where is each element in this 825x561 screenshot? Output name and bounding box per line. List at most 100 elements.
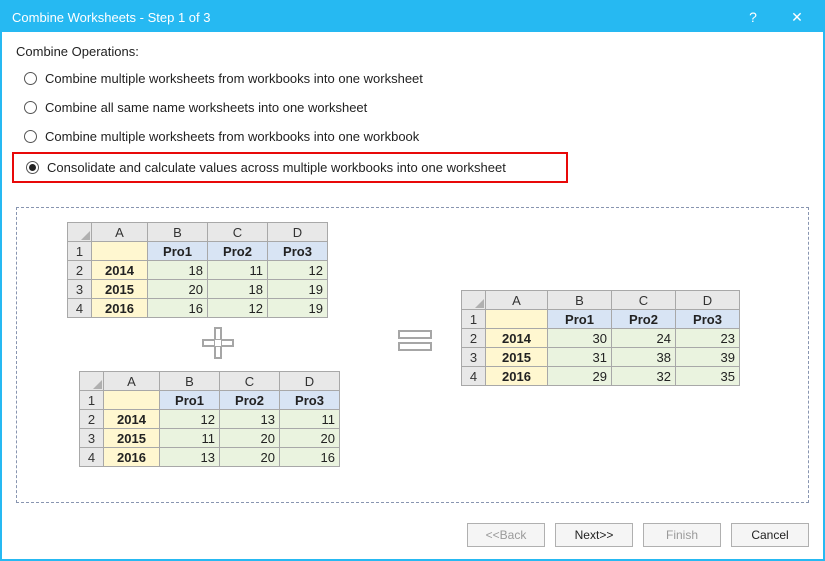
select-all-corner xyxy=(80,372,104,391)
col-header: B xyxy=(148,223,208,242)
row-header: 1 xyxy=(68,242,92,261)
option-label: Combine all same name worksheets into on… xyxy=(45,100,367,115)
cell: Pro1 xyxy=(548,310,612,329)
next-button[interactable]: Next>> xyxy=(555,523,633,547)
row-header: 4 xyxy=(68,299,92,318)
option-label: Combine multiple worksheets from workboo… xyxy=(45,71,423,86)
cell: Pro1 xyxy=(160,391,220,410)
radio-icon xyxy=(24,72,37,85)
col-header: D xyxy=(676,291,740,310)
example-table-2: A B C D 1 Pro1 Pro2 Pro3 2 2014 12 13 11… xyxy=(79,371,340,467)
col-header: C xyxy=(612,291,676,310)
cell: Pro3 xyxy=(280,391,340,410)
cell: 19 xyxy=(268,280,328,299)
equals-icon xyxy=(395,320,435,360)
cell: 2016 xyxy=(92,299,148,318)
option-consolidate-calculate[interactable]: Consolidate and calculate values across … xyxy=(26,158,566,177)
radio-icon xyxy=(24,130,37,143)
cell: Pro2 xyxy=(612,310,676,329)
row-header: 2 xyxy=(68,261,92,280)
window-title: Combine Worksheets - Step 1 of 3 xyxy=(12,10,731,25)
titlebar: Combine Worksheets - Step 1 of 3 ? ✕ xyxy=(2,2,823,32)
finish-button[interactable]: Finish xyxy=(643,523,721,547)
cell: 18 xyxy=(148,261,208,280)
cell: 31 xyxy=(548,348,612,367)
radio-icon xyxy=(24,101,37,114)
col-header: C xyxy=(220,372,280,391)
cell: 2014 xyxy=(92,261,148,280)
row-header: 1 xyxy=(80,391,104,410)
cell: 20 xyxy=(280,429,340,448)
dialog-footer: <<Back Next>> Finish Cancel xyxy=(2,513,823,559)
cell: 18 xyxy=(208,280,268,299)
row-header: 2 xyxy=(80,410,104,429)
cell: 20 xyxy=(148,280,208,299)
cell: 11 xyxy=(280,410,340,429)
option-combine-into-worksheet[interactable]: Combine multiple worksheets from workboo… xyxy=(24,69,809,88)
cancel-button[interactable]: Cancel xyxy=(731,523,809,547)
highlight-box: Consolidate and calculate values across … xyxy=(12,152,568,183)
cell: Pro1 xyxy=(148,242,208,261)
back-button[interactable]: <<Back xyxy=(467,523,545,547)
help-button[interactable]: ? xyxy=(731,2,775,32)
cell: 2015 xyxy=(104,429,160,448)
cell: 35 xyxy=(676,367,740,386)
cell: 11 xyxy=(160,429,220,448)
cell: 11 xyxy=(208,261,268,280)
col-header: D xyxy=(268,223,328,242)
result-table: A B C D 1 Pro1 Pro2 Pro3 2 2014 30 24 23… xyxy=(461,290,740,386)
cell: 24 xyxy=(612,329,676,348)
select-all-corner xyxy=(68,223,92,242)
cell: 23 xyxy=(676,329,740,348)
col-header: D xyxy=(280,372,340,391)
cell: 2015 xyxy=(486,348,548,367)
cell: 2016 xyxy=(104,448,160,467)
cell: 39 xyxy=(676,348,740,367)
cell: 13 xyxy=(220,410,280,429)
cell: 2014 xyxy=(104,410,160,429)
col-header: B xyxy=(548,291,612,310)
cell: 16 xyxy=(280,448,340,467)
cell: 13 xyxy=(160,448,220,467)
cell xyxy=(104,391,160,410)
cell: 12 xyxy=(268,261,328,280)
col-header: A xyxy=(92,223,148,242)
cell: 2014 xyxy=(486,329,548,348)
col-header: B xyxy=(160,372,220,391)
combine-operations-group: Combine multiple worksheets from workboo… xyxy=(16,69,809,197)
select-all-corner xyxy=(462,291,486,310)
cell: Pro3 xyxy=(676,310,740,329)
cell: 19 xyxy=(268,299,328,318)
row-header: 4 xyxy=(80,448,104,467)
option-combine-same-name[interactable]: Combine all same name worksheets into on… xyxy=(24,98,809,117)
cell: 20 xyxy=(220,429,280,448)
radio-icon xyxy=(26,161,39,174)
row-header: 3 xyxy=(80,429,104,448)
cell: 12 xyxy=(208,299,268,318)
row-header: 4 xyxy=(462,367,486,386)
cell: 12 xyxy=(160,410,220,429)
cell: 38 xyxy=(612,348,676,367)
option-label: Combine multiple worksheets from workboo… xyxy=(45,129,419,144)
row-header: 3 xyxy=(68,280,92,299)
cell: Pro2 xyxy=(208,242,268,261)
cell xyxy=(92,242,148,261)
cell: 29 xyxy=(548,367,612,386)
row-header: 3 xyxy=(462,348,486,367)
col-header: A xyxy=(104,372,160,391)
example-table-1: A B C D 1 Pro1 Pro2 Pro3 2 2014 18 11 12… xyxy=(67,222,328,318)
preview-panel: A B C D 1 Pro1 Pro2 Pro3 2 2014 18 11 12… xyxy=(16,207,809,503)
row-header: 1 xyxy=(462,310,486,329)
plus-icon xyxy=(200,325,236,361)
cell: 32 xyxy=(612,367,676,386)
option-combine-into-workbook[interactable]: Combine multiple worksheets from workboo… xyxy=(24,127,809,146)
cell: 16 xyxy=(148,299,208,318)
cell: 20 xyxy=(220,448,280,467)
close-button[interactable]: ✕ xyxy=(775,2,819,32)
cell xyxy=(486,310,548,329)
cell: 2015 xyxy=(92,280,148,299)
col-header: C xyxy=(208,223,268,242)
cell: Pro3 xyxy=(268,242,328,261)
col-header: A xyxy=(486,291,548,310)
dialog-content: Combine Operations: Combine multiple wor… xyxy=(2,32,823,503)
